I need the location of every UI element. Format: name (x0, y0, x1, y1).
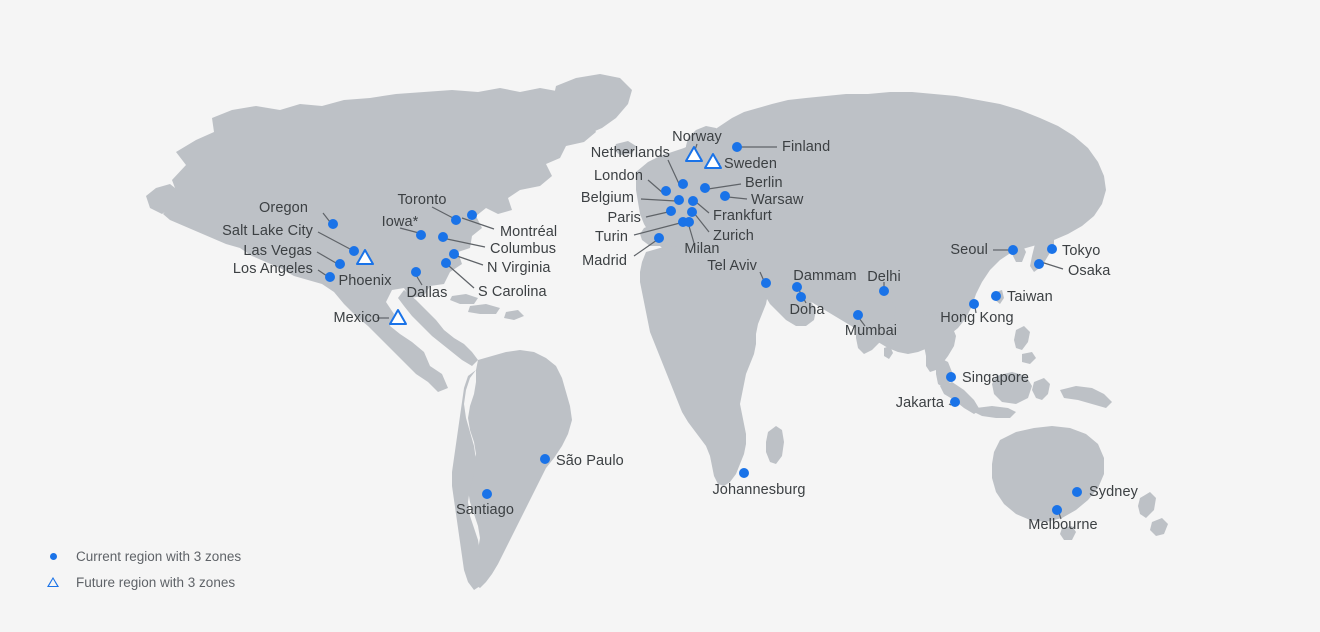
region-label-belgium: Belgium (580, 189, 634, 206)
region-label-s-carolina: S Carolina (478, 283, 547, 300)
current-region-marker-s-o-paulo[interactable] (540, 454, 550, 464)
region-label-zurich: Zurich (713, 227, 754, 244)
region-label-s-o-paulo: São Paulo (556, 452, 624, 469)
current-region-marker-mumbai[interactable] (853, 310, 863, 320)
current-region-marker-singapore[interactable] (946, 372, 956, 382)
region-label-doha: Doha (789, 301, 825, 318)
current-region-marker-tokyo[interactable] (1047, 244, 1057, 254)
legend-item-future: Future region with 3 zones (40, 571, 241, 593)
region-label-singapore: Singapore (962, 369, 1030, 386)
current-region-marker-london[interactable] (661, 186, 671, 196)
region-label-madrid: Madrid (582, 252, 627, 269)
future-region-triangle-icon (40, 577, 66, 587)
region-label-johannesburg: Johannesburg (712, 481, 806, 498)
current-region-marker-tel-aviv[interactable] (761, 278, 771, 288)
current-region-marker-seoul[interactable] (1008, 245, 1018, 255)
region-label-paris: Paris (607, 209, 641, 226)
region-label-tel-aviv: Tel Aviv (707, 257, 757, 274)
current-region-marker-santiago[interactable] (482, 489, 492, 499)
current-region-marker-finland[interactable] (732, 142, 742, 152)
current-region-marker-los-angeles[interactable] (325, 272, 335, 282)
region-label-osaka: Osaka (1068, 262, 1111, 279)
current-region-dot-icon (40, 552, 66, 560)
current-region-marker-milan[interactable] (684, 217, 694, 227)
region-label-iowa: Iowa* (381, 213, 419, 230)
region-label-jakarta: Jakarta (895, 394, 944, 411)
region-label-phoenix: Phoenix (338, 272, 392, 289)
current-region-marker-zurich[interactable] (687, 207, 697, 217)
current-region-marker-paris[interactable] (666, 206, 676, 216)
current-region-marker-taiwan[interactable] (991, 291, 1001, 301)
region-label-dammam: Dammam (793, 267, 857, 284)
world-region-map: Oregon Salt Lake City Las Vegas Los Angeles… (0, 0, 1320, 632)
current-region-marker-las-vegas[interactable] (335, 259, 345, 269)
current-region-marker-sydney[interactable] (1072, 487, 1082, 497)
world-map-svg (146, 74, 1168, 590)
region-label-milan: Milan (684, 240, 720, 257)
region-label-columbus: Columbus (490, 240, 557, 257)
region-label-finland: Finland (782, 138, 831, 155)
current-region-marker-n-virginia[interactable] (449, 249, 459, 259)
region-label-los-angeles: Los Angeles (232, 260, 313, 277)
legend-item-current: Current region with 3 zones (40, 545, 241, 567)
region-label-dallas: Dallas (406, 284, 448, 301)
region-label-warsaw: Warsaw (751, 191, 804, 208)
region-label-oregon: Oregon (259, 199, 308, 216)
current-region-marker-madrid[interactable] (654, 233, 664, 243)
region-label-santiago: Santiago (455, 501, 515, 518)
map-legend: Current region with 3 zones Future regio… (40, 545, 241, 597)
current-region-marker-toronto[interactable] (451, 215, 461, 225)
region-label-turin: Turin (595, 228, 628, 245)
region-label-hong-kong: Hong Kong (940, 309, 1014, 326)
current-region-marker-montr-al[interactable] (467, 210, 477, 220)
current-region-marker-johannesburg[interactable] (739, 468, 749, 478)
region-label-netherlands: Netherlands (590, 144, 670, 161)
region-label-london: London (594, 167, 643, 184)
region-label-sydney: Sydney (1089, 483, 1138, 500)
legend-label-future: Future region with 3 zones (76, 574, 236, 590)
current-region-marker-melbourne[interactable] (1052, 505, 1062, 515)
region-label-salt-lake-city: Salt Lake City (222, 222, 313, 239)
region-label-delhi: Delhi (867, 268, 901, 285)
leader-line (448, 265, 475, 289)
region-label-norway: Norway (672, 128, 722, 145)
region-label-mumbai: Mumbai (844, 322, 898, 339)
region-label-seoul: Seoul (950, 241, 988, 258)
current-region-marker-jakarta[interactable] (950, 397, 960, 407)
current-region-marker-salt-lake-city[interactable] (349, 246, 359, 256)
current-region-marker-belgium[interactable] (674, 195, 684, 205)
current-region-marker-netherlands[interactable] (678, 179, 688, 189)
current-region-marker-berlin[interactable] (700, 183, 710, 193)
region-label-toronto: Toronto (397, 191, 447, 208)
current-region-marker-osaka[interactable] (1034, 259, 1044, 269)
legend-label-current: Current region with 3 zones (76, 548, 242, 564)
region-label-sweden: Sweden (724, 155, 777, 172)
current-region-marker-dallas[interactable] (411, 267, 421, 277)
current-region-marker-doha[interactable] (796, 292, 806, 302)
current-region-marker-iowa[interactable] (416, 230, 426, 240)
region-label-melbourne: Melbourne (1028, 516, 1098, 533)
region-label-berlin: Berlin (745, 174, 783, 191)
current-region-marker-oregon[interactable] (328, 219, 338, 229)
region-label-taiwan: Taiwan (1007, 288, 1053, 305)
region-label-n-virginia: N Virginia (487, 259, 551, 276)
current-region-marker-warsaw[interactable] (720, 191, 730, 201)
current-region-marker-delhi[interactable] (879, 286, 889, 296)
current-region-marker-hong-kong[interactable] (969, 299, 979, 309)
region-label-mexico: Mexico (333, 309, 380, 326)
region-label-las-vegas: Las Vegas (243, 242, 312, 259)
current-region-marker-columbus[interactable] (438, 232, 448, 242)
region-label-montr-al: Montréal (500, 223, 558, 240)
region-label-tokyo: Tokyo (1062, 242, 1101, 259)
current-region-marker-s-carolina[interactable] (441, 258, 451, 268)
current-region-marker-frankfurt[interactable] (688, 196, 698, 206)
leader-line (1040, 261, 1064, 270)
region-label-frankfurt: Frankfurt (713, 207, 772, 224)
